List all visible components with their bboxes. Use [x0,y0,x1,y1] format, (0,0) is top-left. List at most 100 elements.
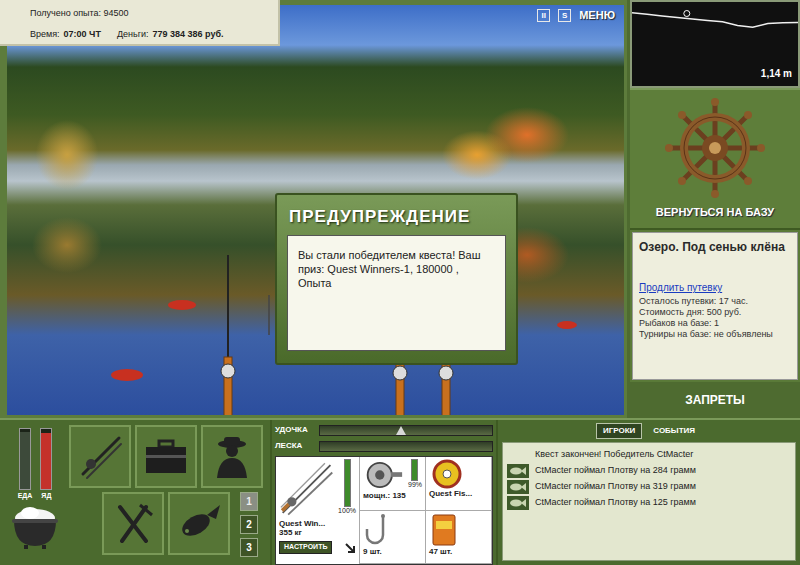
fish-icon[interactable] [176,501,222,547]
food-button[interactable] [102,492,164,555]
log-entry-kind [507,464,529,478]
arrow-icon[interactable] [344,542,356,554]
rod-load: 355 кг [279,528,356,537]
depth-reading: 1,14 m [632,68,798,82]
extend-permit-link[interactable]: Продлить путевку [639,282,791,294]
base-details: Осталось путевки: 17 час.Стоимость дня: … [639,296,791,339]
action-grid: 1 2 3 [66,420,266,565]
log-entry-kind [507,496,529,510]
knife-fork-icon[interactable] [110,501,156,547]
dialog-title: ПРЕДУПРЕЖДЕНИЕ [277,195,516,235]
money-label: Деньги: [117,29,149,39]
need-label: ЯД [41,492,51,500]
log-entry-text: Квест закончен! Победитель CtMacter [535,449,693,460]
reel-slot-top: 99% [363,459,422,491]
need-label: ЕДА [18,492,33,500]
warning-dialog: ПРЕДУПРЕЖДЕНИЕ Вы стали победителем квес… [275,193,518,365]
tackle-box-icon[interactable] [143,437,189,477]
fish-icon [509,482,527,492]
rod-icon[interactable] [77,434,123,480]
game-screen: Получено опыта: 94500 Время:07:00 ЧТ Ден… [0,0,800,565]
line-name: Quest Fis... [429,489,488,498]
ship-wheel-icon[interactable] [665,98,765,198]
tackle-box-button[interactable] [135,425,197,488]
need-color [20,432,30,489]
catch-button[interactable] [168,492,230,555]
tension-meter: ЛЕСКА [275,440,493,452]
money: Деньги: 779 384 386 руб. [117,29,224,40]
line-slot[interactable]: Quest Fis... [426,457,492,511]
tune-button[interactable]: НАСТРОИТЬ [279,541,332,553]
hook-slot[interactable]: 9 шт. [360,511,426,565]
needs-bars: ЕДА ЯД [18,428,53,500]
action-row [69,425,263,488]
reel-condition-fill [412,460,417,480]
bottom-panel: ЕДА ЯД [0,418,800,565]
tackle-slots: 100% Quest Win... 355 кг НАСТРОИТЬ [275,456,493,565]
rods-button[interactable] [69,425,131,488]
bans-button[interactable]: ЗАПРЕТЫ [630,382,800,418]
need-fill [20,432,30,489]
rod-slot-number[interactable]: 3 [246,540,252,555]
tension-meter: УДОЧКА [275,424,493,436]
events-section: ИГРОКИСОБЫТИЯ Квест закончен! Победитель… [498,420,800,565]
return-to-base[interactable]: ВЕРНУТЬСЯ НА БАЗУ [630,88,800,230]
food-pot-icon[interactable] [10,504,60,550]
bait-slot[interactable]: 47 шт. [426,511,492,565]
base-info: Озеро. Под сенью клёна Продлить путевку … [630,230,800,382]
line-spool-icon [429,459,465,489]
log-entry: CtMacter поймал Плотву на 319 грамм [507,479,791,495]
reel-slot[interactable]: 99% мощн.: 135 [360,457,426,511]
base-detail: Стоимость дня: 500 руб. [639,307,791,318]
rod-slot-button[interactable]: 1 [240,492,258,511]
reel-condition-value: 99% [408,481,422,489]
log-entry-text: CtMacter поймал Плотву на 319 грамм [535,481,696,492]
rod-slot-button[interactable]: 2 [240,515,258,534]
need-fill [41,433,51,489]
log-tab[interactable]: СОБЫТИЯ [646,423,702,439]
rod-condition-fill [345,460,350,506]
menu-button[interactable]: МЕНЮ [579,7,615,24]
hook-count: 9 шт. [363,547,422,556]
return-base-label[interactable]: ВЕРНУТЬСЯ НА БАЗУ [656,204,774,221]
time-value: 07:00 ЧТ [64,29,101,39]
actions-section: ЕДА ЯД [0,420,272,565]
dialog-message: Вы стали победителем квеста! Ваш приз: Q… [287,235,506,351]
need-color [41,433,51,489]
need-track [40,428,52,490]
tension-label: ЛЕСКА [275,440,319,452]
tackle-section: УДОЧКА ЛЕСКА 100% [272,420,498,565]
right-panel: 1,14 m ВЕРНУТЬСЯ НА [627,0,800,418]
base-detail: Осталось путевки: 17 час. [639,296,791,307]
tackle-grid: 99% мощн.: 135 Quest Fis... [360,457,492,564]
rod-slot-button[interactable]: 3 [240,538,258,557]
fishing-scene: Получено опыта: 94500 Время:07:00 ЧТ Ден… [0,0,627,418]
log-entry: Квест закончен! Победитель CtMacter [507,447,791,463]
fisherman-button[interactable] [201,425,263,488]
reel-icon [363,459,404,491]
depth-chart: 1,14 m [630,0,800,88]
bait-pack-icon [429,513,459,547]
log-list: Квест закончен! Победитель CtMacter CtMac… [502,442,796,561]
location-title: Озеро. Под сенью клёна [639,240,791,254]
rod-slot-number[interactable]: 1 [246,494,252,509]
top-controls: II S МЕНЮ [537,7,615,24]
experience-value: 94500 [104,8,129,18]
log-entry-text: CtMacter поймал Плотву на 284 грамм [535,465,696,476]
sound-button[interactable]: S [558,9,571,22]
pause-button[interactable]: II [537,9,550,22]
base-detail: Турниры на базе: не объявлены [639,329,791,340]
log-entry: CtMacter поймал Плотву на 125 грамм [507,495,791,511]
top-area: Получено опыта: 94500 Время:07:00 ЧТ Ден… [0,0,800,418]
rod-condition-bar [344,459,351,507]
fisherman-icon[interactable] [209,434,255,480]
time-label: Время: [30,29,60,39]
log-tab[interactable]: ИГРОКИ [596,423,642,439]
base-detail: Рыбаков на базе: 1 [639,318,791,329]
rod-slot-number[interactable]: 2 [246,517,252,532]
rod-slot-top: 100% [279,459,356,519]
rod-actions: НАСТРОИТЬ [279,541,356,553]
money-value: 779 384 386 руб. [153,29,224,39]
rod-slot[interactable]: 100% Quest Win... 355 кг НАСТРОИТЬ [276,457,360,564]
log-entry-kind [507,480,529,494]
